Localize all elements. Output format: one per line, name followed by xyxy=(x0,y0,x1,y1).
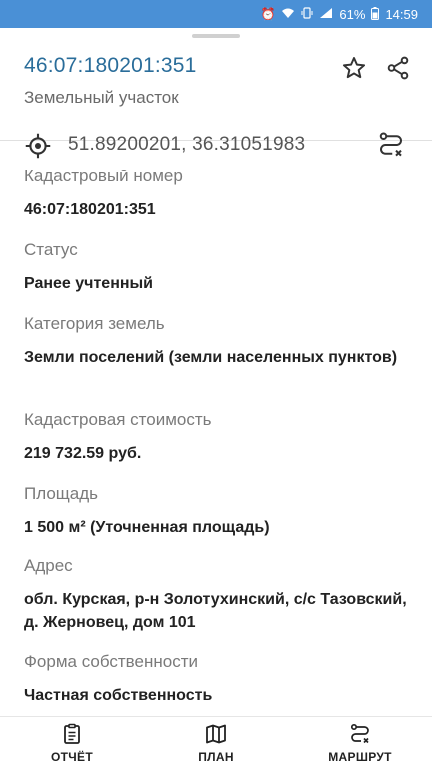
share-icon xyxy=(387,56,409,80)
field-land-category: Категория земель Земли поселений (земли … xyxy=(24,314,414,369)
nav-report-label: ОТЧЁТ xyxy=(51,750,93,764)
share-button[interactable] xyxy=(382,52,414,84)
nav-route-button[interactable]: МАРШРУТ xyxy=(300,717,420,768)
field-value: 219 732.59 руб. xyxy=(24,445,142,462)
nav-plan-button[interactable]: ПЛАН xyxy=(156,717,276,768)
field-label: Форма собственности xyxy=(24,652,198,671)
favorite-button[interactable] xyxy=(338,52,370,84)
coordinates-text: 51.89200201, 36.31051983 xyxy=(68,134,306,155)
details-list[interactable]: Кадастровый номер 46:07:180201:351 Стату… xyxy=(0,170,432,716)
battery-level: 61% xyxy=(339,6,366,22)
route-button[interactable] xyxy=(376,130,406,160)
field-label: Статус xyxy=(24,240,78,259)
clock: 14:59 xyxy=(385,6,418,22)
map-icon xyxy=(206,724,226,744)
status-bar: ⏰ 61% 14:59 xyxy=(0,0,432,28)
field-label: Кадастровый номер xyxy=(24,170,183,185)
gps-target-icon xyxy=(25,133,51,159)
field-value: 1 500 м² (Уточненная площадь) xyxy=(24,519,270,536)
field-cadastral-number: Кадастровый номер 46:07:180201:351 xyxy=(24,170,414,221)
field-value: Ранее учтенный xyxy=(24,275,154,292)
field-value: обл. Курская, р-н Золотухинский, с/с Таз… xyxy=(24,591,407,631)
nav-report-button[interactable]: ОТЧЁТ xyxy=(12,717,132,768)
field-label: Категория земель xyxy=(24,314,165,333)
field-value: 46:07:180201:351 xyxy=(24,201,156,218)
route-icon xyxy=(350,723,369,744)
header: 46:07:180201:351 Земельный участок xyxy=(0,46,432,138)
details-sheet: 46:07:180201:351 Земельный участок 51.89… xyxy=(0,28,432,768)
field-ownership: Форма собственности Частная собственност… xyxy=(24,652,414,707)
alarm-icon: ⏰ xyxy=(260,7,276,21)
signal-icon xyxy=(319,7,333,21)
field-area: Площадь 1 500 м² (Уточненная площадь) xyxy=(24,484,414,539)
field-cadastral-value: Кадастровая стоимость 219 732.59 руб. xyxy=(24,410,414,465)
nav-route-label: МАРШРУТ xyxy=(328,750,392,764)
report-icon xyxy=(64,723,80,744)
wifi-icon xyxy=(281,7,295,21)
coordinates-row[interactable]: 51.89200201, 36.31051983 xyxy=(0,128,432,166)
star-icon xyxy=(342,57,366,79)
field-label: Адрес xyxy=(24,556,73,575)
drag-handle[interactable] xyxy=(192,34,240,38)
vibrate-icon xyxy=(301,7,313,21)
field-value: Земли поселений (земли населенных пункто… xyxy=(24,349,398,366)
field-value: Частная собственность xyxy=(24,687,213,704)
page-subtitle: Земельный участок xyxy=(24,88,179,107)
field-label: Площадь xyxy=(24,484,99,503)
battery-icon xyxy=(371,6,380,22)
route-icon xyxy=(379,132,402,157)
field-status: Статус Ранее учтенный xyxy=(24,240,414,295)
bottom-nav: ОТЧЁТ ПЛАН МАРШРУТ xyxy=(0,716,432,768)
field-address: Адрес обл. Курская, р-н Золотухинский, с… xyxy=(24,556,414,634)
page-title: 46:07:180201:351 xyxy=(24,54,197,77)
nav-plan-label: ПЛАН xyxy=(198,750,234,764)
field-label: Кадастровая стоимость xyxy=(24,410,212,429)
